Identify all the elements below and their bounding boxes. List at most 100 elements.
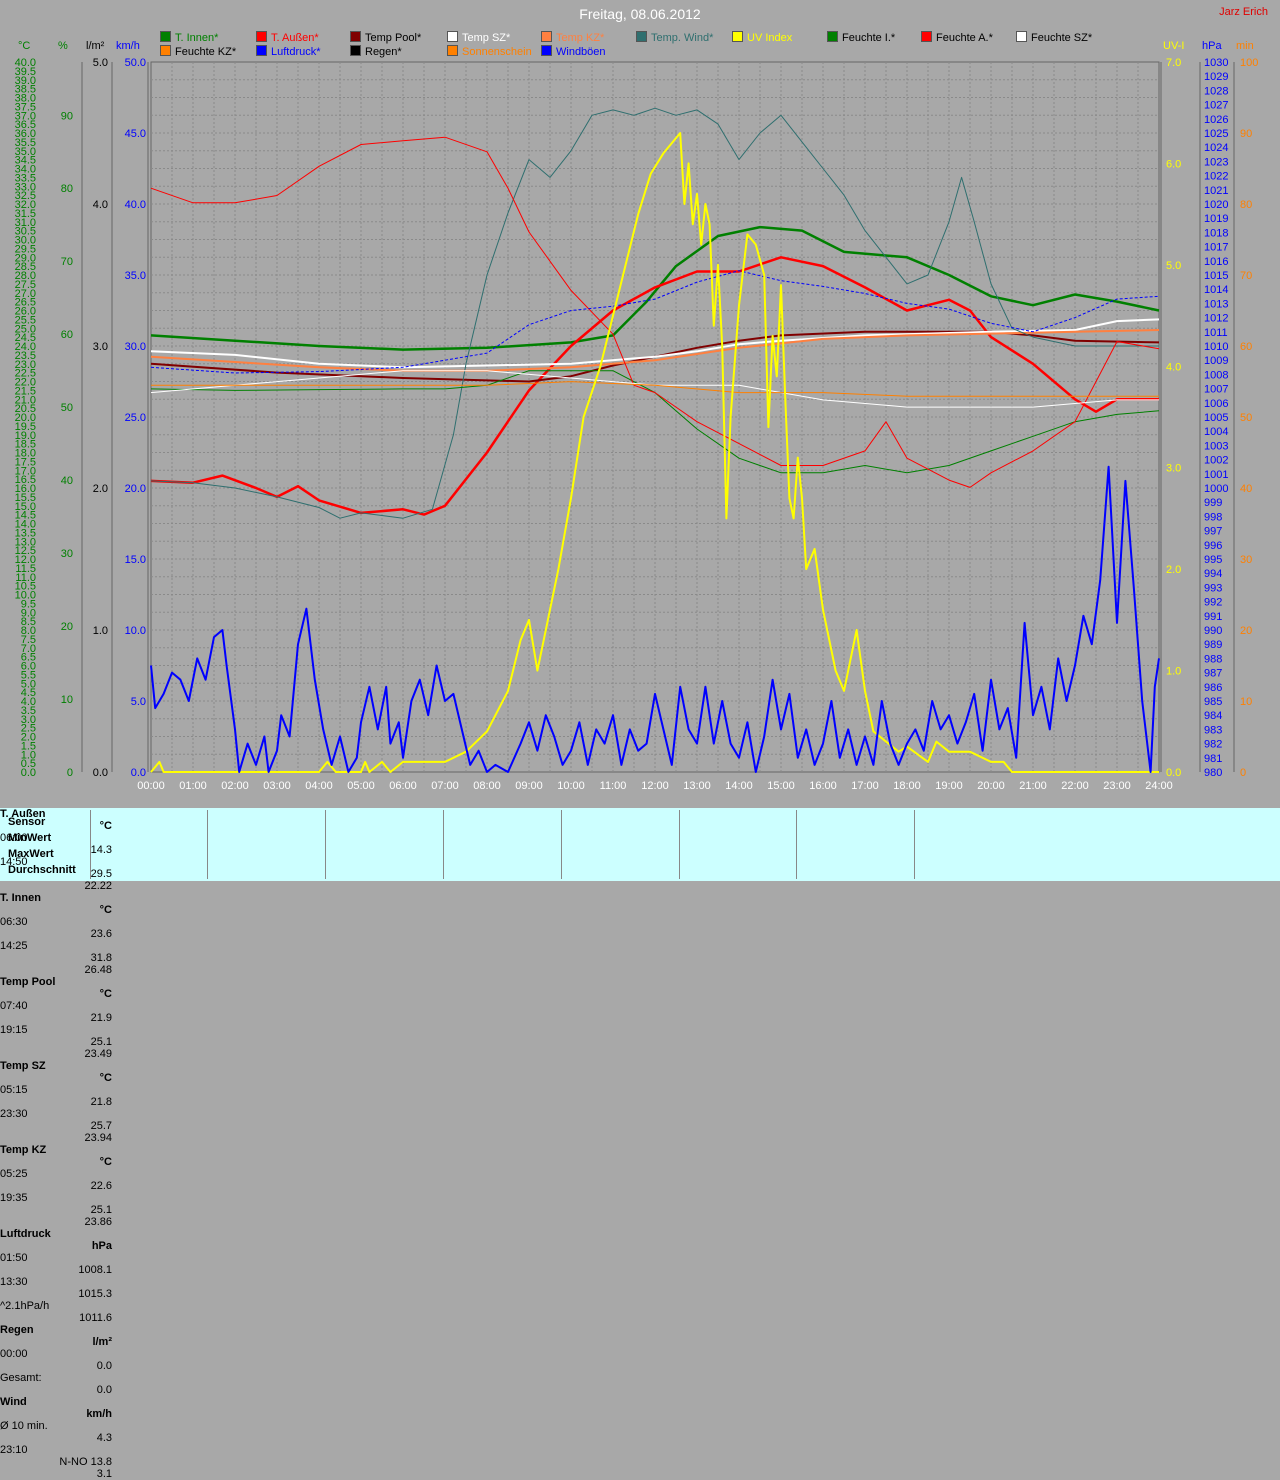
block-max-time: 19:35 [0,1192,28,1204]
tick-label: 1020 [1204,199,1228,211]
tick-label: 985 [1204,696,1222,708]
tick-label: 990 [1204,625,1222,637]
table-separator [90,810,91,879]
summary-table: Sensor MinWert MaxWert Durchschnitt T. A… [0,808,1280,1480]
tick-label: 999 [1204,497,1222,509]
block-unit: km/h [86,1408,112,1420]
legend-swatch [541,45,552,56]
unit-minutes: min [1236,40,1254,52]
tick-label: 1025 [1204,128,1228,140]
block-avg-value: 3.1 [96,1468,112,1480]
unit-percent: % [58,40,68,52]
rain-axis-labels: 0.0 1.0 2.0 3.0 4.0 5.0 [93,57,108,779]
legend-label: Regen* [365,46,402,58]
tick-label: 1021 [1204,185,1228,197]
x-tick-label: 11:00 [600,780,627,792]
legend-item: T. Außen* [256,31,319,44]
tick-label: 1002 [1204,455,1228,467]
legend-label: Windböen [556,46,606,58]
block-max-time: 00:00 [0,1348,28,1360]
legend-item: Temp SZ* [447,31,510,44]
row-label-avg: Durchschnitt [8,864,76,876]
tick-label: 2.0 [1166,564,1181,576]
tick-label: 5.0 [131,696,146,708]
tick-label: 30 [1240,554,1252,566]
block-min-time: 06:30 [0,916,28,928]
x-tick-label: 21:00 [1019,780,1047,792]
x-tick-label: 23:00 [1103,780,1131,792]
tick-label: 80 [61,183,73,195]
tick-label: 988 [1204,653,1222,665]
tick-label: 1003 [1204,440,1228,452]
legend-label: UV Index [747,32,793,44]
tick-label: 5.0 [1166,260,1181,272]
block-min-time: 01:50 [0,1252,28,1264]
tick-label: 80 [1240,199,1252,211]
tick-label: 996 [1204,540,1222,552]
block-max-value: 25.1 [90,1036,112,1048]
x-tick-label: 18:00 [893,780,921,792]
tick-label: 30.0 [125,341,146,353]
tick-label: 10 [61,694,73,706]
tick-label: 50 [1240,412,1252,424]
tick-label: 982 [1204,739,1222,751]
legend-item: UV Index [732,31,792,44]
tick-label: 90 [1240,128,1252,140]
block-min-time: 07:40 [0,1000,28,1012]
legend-item: Temp KZ* [541,31,604,44]
legend-label: T. Außen* [271,32,319,44]
tick-label: 10.0 [125,625,146,637]
x-tick-label: 19:00 [935,780,963,792]
block-avg-value: 23.94 [84,1132,112,1144]
tick-label: 4.0 [93,199,108,211]
x-tick-label: 00:00 [137,780,165,792]
block-min-value: 22.6 [90,1180,112,1192]
tick-label: 0.0 [131,767,146,779]
legend-swatch [160,31,171,42]
block-header: Regen [0,1324,34,1336]
x-axis-labels: 00:00 01:00 02:00 03:00 04:00 05:00 06:00 07:00… [137,780,1173,792]
x-tick-label: 10:00 [557,780,585,792]
x-tick-label: 16:00 [809,780,837,792]
legend-label: T. Innen* [175,32,219,44]
legend-item: Feuchte SZ* [1016,31,1092,44]
tick-label: 984 [1204,710,1222,722]
tick-label: 15.0 [125,554,146,566]
tick-label: 0 [1240,767,1246,779]
legend-swatch [447,31,458,42]
x-tick-label: 04:00 [305,780,333,792]
tick-label: 1030 [1204,57,1228,69]
tick-label: 1007 [1204,384,1228,396]
tick-label: 1016 [1204,256,1228,268]
legend-item: Sonnenschein [447,45,532,58]
x-tick-label: 15:00 [767,780,795,792]
tick-label: 993 [1204,582,1222,594]
block-min-value: 4.3 [96,1432,112,1444]
table-separator [207,810,208,879]
tick-label: 1029 [1204,71,1228,83]
x-tick-label: 02:00 [221,780,249,792]
table-separator [443,810,444,879]
tick-label: 1011 [1204,327,1228,339]
legend-swatch [350,31,361,42]
table-row-labels: Sensor MinWert MaxWert Durchschnitt [8,808,88,881]
tick-label: 70 [1240,270,1252,282]
block-min-time: 05:25 [0,1168,28,1180]
block-max-value: 31.8 [90,952,112,964]
tick-label: 1008 [1204,369,1228,381]
unit-wind: km/h [116,40,140,52]
x-tick-label: 03:00 [263,780,291,792]
block-unit: °C [99,904,112,916]
tick-label: 1014 [1204,284,1228,296]
tick-label: 40 [1240,483,1252,495]
tick-label: 20 [61,621,73,633]
block-min-value: 23.6 [90,928,112,940]
legend-label: Temp Pool* [365,32,422,44]
legend-item: Temp Pool* [350,31,421,44]
tick-label: 0.0 [93,767,108,779]
table-separator [914,810,915,879]
x-tick-label: 13:00 [683,780,711,792]
legend-swatch [827,31,838,42]
tick-label: 1009 [1204,355,1228,367]
legend-swatch [256,31,267,42]
